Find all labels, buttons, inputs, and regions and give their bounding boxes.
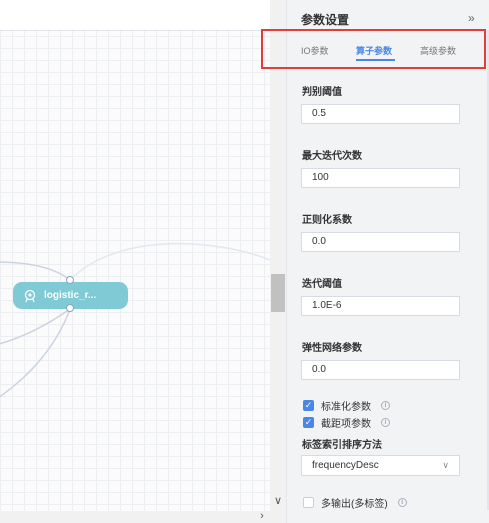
double-chevron-right-icon[interactable]: » [468, 11, 475, 25]
max-iter-input[interactable]: 100 [301, 168, 460, 188]
edge-outgoing-2 [0, 308, 71, 398]
tolerance-input[interactable]: 1.0E-6 [301, 296, 460, 316]
intercept-label: 截距项参数 [321, 419, 371, 430]
parameter-panel: 参数设置 » IO参数 算子参数 高级参数 判别阈值 0.5 最大迭代次数 10… [286, 0, 489, 523]
intercept-checkbox[interactable]: ✓ [303, 417, 314, 428]
sort-method-select[interactable]: frequencyDesc ∨ [301, 455, 460, 476]
chevron-down-icon: ∨ [442, 460, 449, 470]
multi-output-checkbox[interactable] [303, 497, 314, 508]
standardization-checkbox[interactable]: ✓ [303, 400, 314, 411]
edge-layer [0, 242, 270, 398]
elastic-net-label: 弹性网络参数 [302, 343, 362, 354]
max-iter-label: 最大迭代次数 [302, 151, 362, 162]
standardization-label: 标准化参数 [321, 402, 371, 413]
node-label: logistic_r... [44, 290, 97, 301]
canvas-horizontal-scrollbar[interactable]: › [0, 511, 286, 523]
tolerance-label: 迭代阈值 [302, 279, 342, 290]
edge-outgoing-1 [0, 308, 71, 345]
tabs-highlight-box [261, 29, 486, 69]
reg-param-input[interactable]: 0.0 [301, 232, 460, 252]
scrollbar-thumb[interactable] [271, 274, 285, 312]
multi-output-label: 多输出(多标签) [321, 499, 388, 510]
node-output-port[interactable] [66, 304, 74, 312]
info-icon: i [381, 418, 390, 427]
standardization-row: ✓ 标准化参数 i [303, 398, 390, 413]
edge-right [69, 242, 270, 281]
intercept-row: ✓ 截距项参数 i [303, 415, 390, 430]
multi-output-row: 多输出(多标签) i [303, 495, 407, 510]
reg-param-label: 正则化系数 [302, 215, 352, 226]
threshold-label: 判别阈值 [302, 87, 342, 98]
workflow-canvas[interactable]: logistic_r... [0, 0, 270, 511]
sort-method-label: 标签索引排序方法 [302, 440, 382, 451]
panel-title: 参数设置 [301, 13, 350, 27]
info-icon: i [397, 498, 407, 507]
canvas-vertical-scrollbar[interactable]: ∨ [270, 0, 286, 511]
info-icon: i [381, 401, 390, 410]
sort-method-value: frequencyDesc [312, 460, 379, 471]
scroll-down-icon[interactable]: ∨ [270, 493, 286, 509]
scroll-right-icon[interactable]: › [256, 511, 268, 523]
threshold-input[interactable]: 0.5 [301, 104, 460, 124]
elastic-net-input[interactable]: 0.0 [301, 360, 460, 380]
edge-incoming [0, 261, 71, 281]
node-input-port[interactable] [66, 276, 74, 284]
model-icon [23, 289, 37, 303]
